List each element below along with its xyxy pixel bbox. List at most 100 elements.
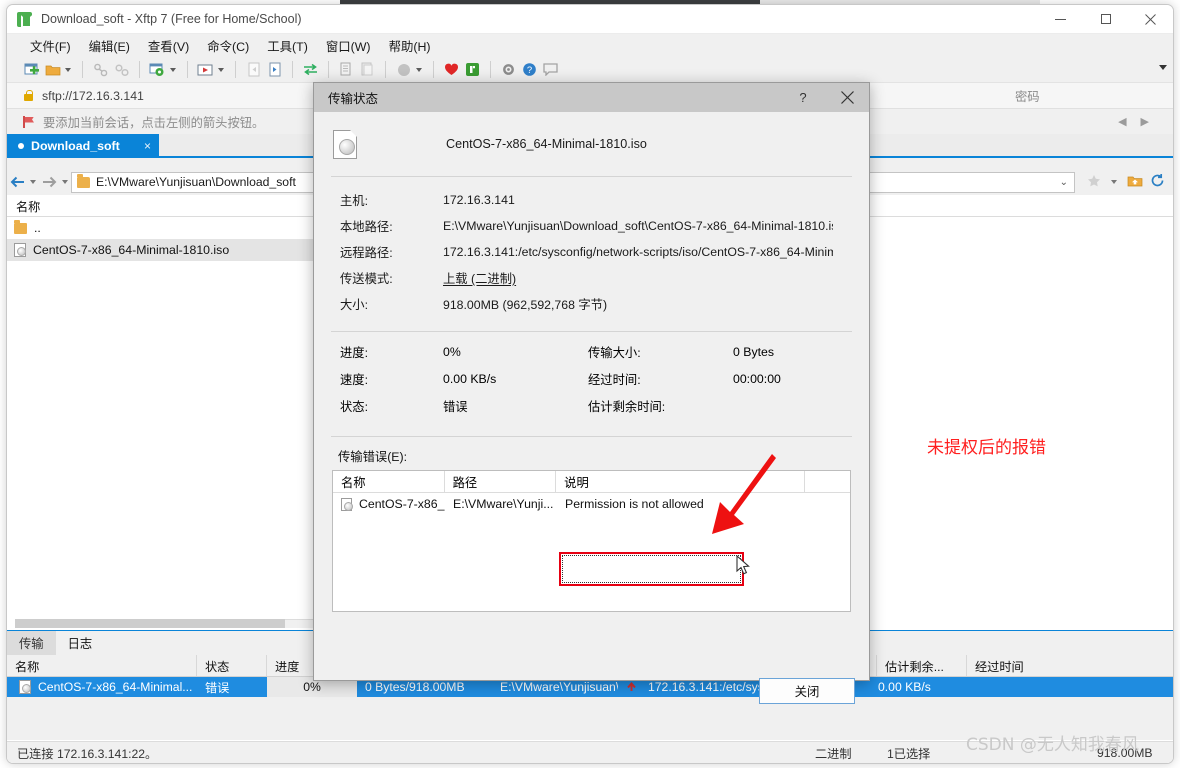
info-row-local-path: 本地路径: E:\VMware\Yunjisuan\Download_soft\… bbox=[315, 213, 868, 239]
transfer-row-status: 错误 bbox=[197, 677, 267, 697]
help-icon[interactable]: ? bbox=[519, 59, 540, 80]
transfer-start-icon[interactable] bbox=[195, 59, 216, 80]
info-value-host: 172.16.3.141 bbox=[443, 193, 833, 207]
info-value-transfer-mode: 上载 (二进制) bbox=[443, 269, 833, 287]
toolbar-overflow-icon[interactable] bbox=[1159, 65, 1167, 70]
local-back-button[interactable] bbox=[7, 172, 27, 192]
menu-tools[interactable]: 工具(T) bbox=[258, 35, 317, 57]
local-row-iso[interactable]: CentOS-7-x86_64-Minimal-1810.iso bbox=[7, 239, 323, 261]
link-icon[interactable] bbox=[111, 59, 132, 80]
upload-icon[interactable] bbox=[264, 59, 285, 80]
favorite-caret-icon[interactable] bbox=[1111, 180, 1117, 184]
copy-icon[interactable] bbox=[336, 59, 357, 80]
tab-transfer[interactable]: 传输 bbox=[7, 631, 56, 655]
bookmark-flag-icon bbox=[23, 116, 35, 128]
new-session-icon[interactable] bbox=[21, 59, 42, 80]
local-forward-button[interactable] bbox=[39, 172, 59, 192]
options-icon[interactable] bbox=[498, 59, 519, 80]
errors-col-name[interactable]: 名称 bbox=[333, 471, 445, 492]
transfer-col-elapsed[interactable]: 经过时间 bbox=[967, 655, 1067, 676]
menu-window[interactable]: 窗口(W) bbox=[317, 35, 380, 57]
tab-download-soft[interactable]: Download_soft × bbox=[7, 134, 159, 158]
nav-prev-icon[interactable]: ◀ bbox=[1118, 115, 1126, 128]
menu-view[interactable]: 查看(V) bbox=[139, 35, 198, 57]
transfer-toggle-icon[interactable] bbox=[300, 59, 321, 80]
favorite-star-icon[interactable] bbox=[1087, 174, 1101, 191]
local-col-name[interactable]: 名称 bbox=[7, 195, 323, 217]
close-button[interactable] bbox=[1128, 5, 1173, 34]
local-hscrollbar-thumb[interactable] bbox=[15, 619, 285, 628]
home-folder-icon[interactable] bbox=[1127, 174, 1143, 191]
stat-label-remaining: 估计剩余时间: bbox=[588, 397, 733, 415]
stat-label-elapsed: 经过时间: bbox=[588, 370, 733, 388]
session-settings-caret-icon[interactable] bbox=[170, 68, 176, 72]
stat-label-status: 状态: bbox=[315, 397, 443, 415]
toolbar-separator-2 bbox=[139, 61, 140, 78]
open-folder-icon[interactable] bbox=[42, 59, 63, 80]
stat-label-speed: 速度: bbox=[315, 370, 443, 388]
toolbar-separator-6 bbox=[328, 61, 329, 78]
refresh-icon[interactable] bbox=[1150, 173, 1165, 191]
password-field-placeholder[interactable]: 密码 bbox=[1015, 87, 1040, 105]
toolbar-separator-1 bbox=[82, 61, 83, 78]
local-row-iso-label: CentOS-7-x86_64-Minimal-1810.iso bbox=[33, 243, 229, 257]
status-connection: 已连接 172.16.3.141:22。 bbox=[7, 744, 157, 762]
circle-menu-caret-icon[interactable] bbox=[416, 68, 422, 72]
menu-file[interactable]: 文件(F) bbox=[21, 35, 80, 57]
dialog-body: CentOS-7-x86_64-Minimal-1810.iso 主机: 172… bbox=[315, 112, 868, 679]
error-row-name: CentOS-7-x86_... bbox=[359, 497, 445, 511]
local-row-parent[interactable]: .. bbox=[7, 217, 323, 239]
menu-edit[interactable]: 编辑(E) bbox=[80, 35, 139, 57]
transfer-status-dialog: 传输状态 ? CentOS-7-x86_64-Minimal-1810.iso … bbox=[313, 82, 870, 681]
tab-close-icon[interactable]: × bbox=[130, 139, 151, 153]
hint-nav-arrows: ◀ ▶ bbox=[1118, 115, 1149, 128]
menu-command[interactable]: 命令(C) bbox=[198, 35, 258, 57]
red-arrow-icon bbox=[700, 450, 780, 540]
dialog-close-icon[interactable] bbox=[825, 83, 869, 112]
maximize-button[interactable] bbox=[1083, 5, 1128, 34]
stat-value-progress: 0% bbox=[443, 345, 588, 359]
transfer-col-remaining[interactable]: 估计剩余... bbox=[877, 655, 967, 676]
local-path-bar: E:\VMware\Yunjisuan\Download_soft bbox=[7, 169, 323, 195]
session-settings-icon[interactable] bbox=[147, 59, 168, 80]
transfer-start-caret-icon[interactable] bbox=[218, 68, 224, 72]
sftp-url-text[interactable]: sftp://172.16.3.141 bbox=[42, 89, 144, 103]
download-icon[interactable] bbox=[243, 59, 264, 80]
nav-next-icon[interactable]: ▶ bbox=[1141, 115, 1149, 128]
info-value-size: 918.00MB (962,592,768 字节) bbox=[443, 295, 833, 313]
errors-col-extra[interactable] bbox=[805, 471, 850, 492]
dialog-file-header: CentOS-7-x86_64-Minimal-1810.iso bbox=[315, 112, 868, 176]
local-path-input[interactable]: E:\VMware\Yunjisuan\Download_soft bbox=[71, 172, 319, 193]
errors-col-path[interactable]: 路径 bbox=[445, 471, 557, 492]
paste-icon[interactable] bbox=[357, 59, 378, 80]
dialog-file-name: CentOS-7-x86_64-Minimal-1810.iso bbox=[446, 137, 647, 151]
open-folder-caret-icon[interactable] bbox=[65, 68, 71, 72]
xftp-icon[interactable] bbox=[462, 59, 483, 80]
local-forward-caret-icon[interactable] bbox=[62, 180, 68, 184]
sync-browsing-icon[interactable] bbox=[90, 59, 111, 80]
svg-text:?: ? bbox=[527, 65, 532, 76]
dialog-help-button[interactable]: ? bbox=[781, 83, 825, 112]
stat-value-speed: 0.00 KB/s bbox=[443, 372, 588, 386]
xshell-icon[interactable] bbox=[441, 59, 462, 80]
session-hint-text: 要添加当前会话，点击左侧的箭头按钮。 bbox=[43, 113, 264, 131]
window-title: Download_soft - Xftp 7 (Free for Home/Sc… bbox=[41, 12, 302, 26]
tab-status-dot-icon bbox=[18, 143, 24, 149]
info-value-local-path: E:\VMware\Yunjisuan\Download_soft\CentOS… bbox=[443, 219, 833, 233]
feedback-icon[interactable] bbox=[540, 59, 561, 80]
transfer-col-name[interactable]: 名称 bbox=[7, 655, 197, 676]
dialog-close-button[interactable]: 关闭 bbox=[759, 678, 855, 704]
dialog-title-buttons: ? bbox=[781, 83, 869, 112]
toolbar-separator-5 bbox=[292, 61, 293, 78]
local-back-caret-icon[interactable] bbox=[30, 180, 36, 184]
menu-help[interactable]: 帮助(H) bbox=[380, 35, 440, 57]
tab-log[interactable]: 日志 bbox=[56, 631, 105, 655]
info-value-remote-path: 172.16.3.141:/etc/sysconfig/network-scri… bbox=[443, 245, 833, 259]
transfer-col-status[interactable]: 状态 bbox=[197, 655, 267, 676]
minimize-button[interactable] bbox=[1038, 5, 1083, 34]
local-hscrollbar[interactable] bbox=[15, 619, 315, 629]
circle-menu-icon[interactable] bbox=[393, 59, 414, 80]
chevron-down-icon[interactable]: ⌄ bbox=[1060, 177, 1068, 188]
menubar: 文件(F) 编辑(E) 查看(V) 命令(C) 工具(T) 窗口(W) 帮助(H… bbox=[7, 34, 1173, 57]
xftp-logo-icon bbox=[17, 12, 32, 27]
